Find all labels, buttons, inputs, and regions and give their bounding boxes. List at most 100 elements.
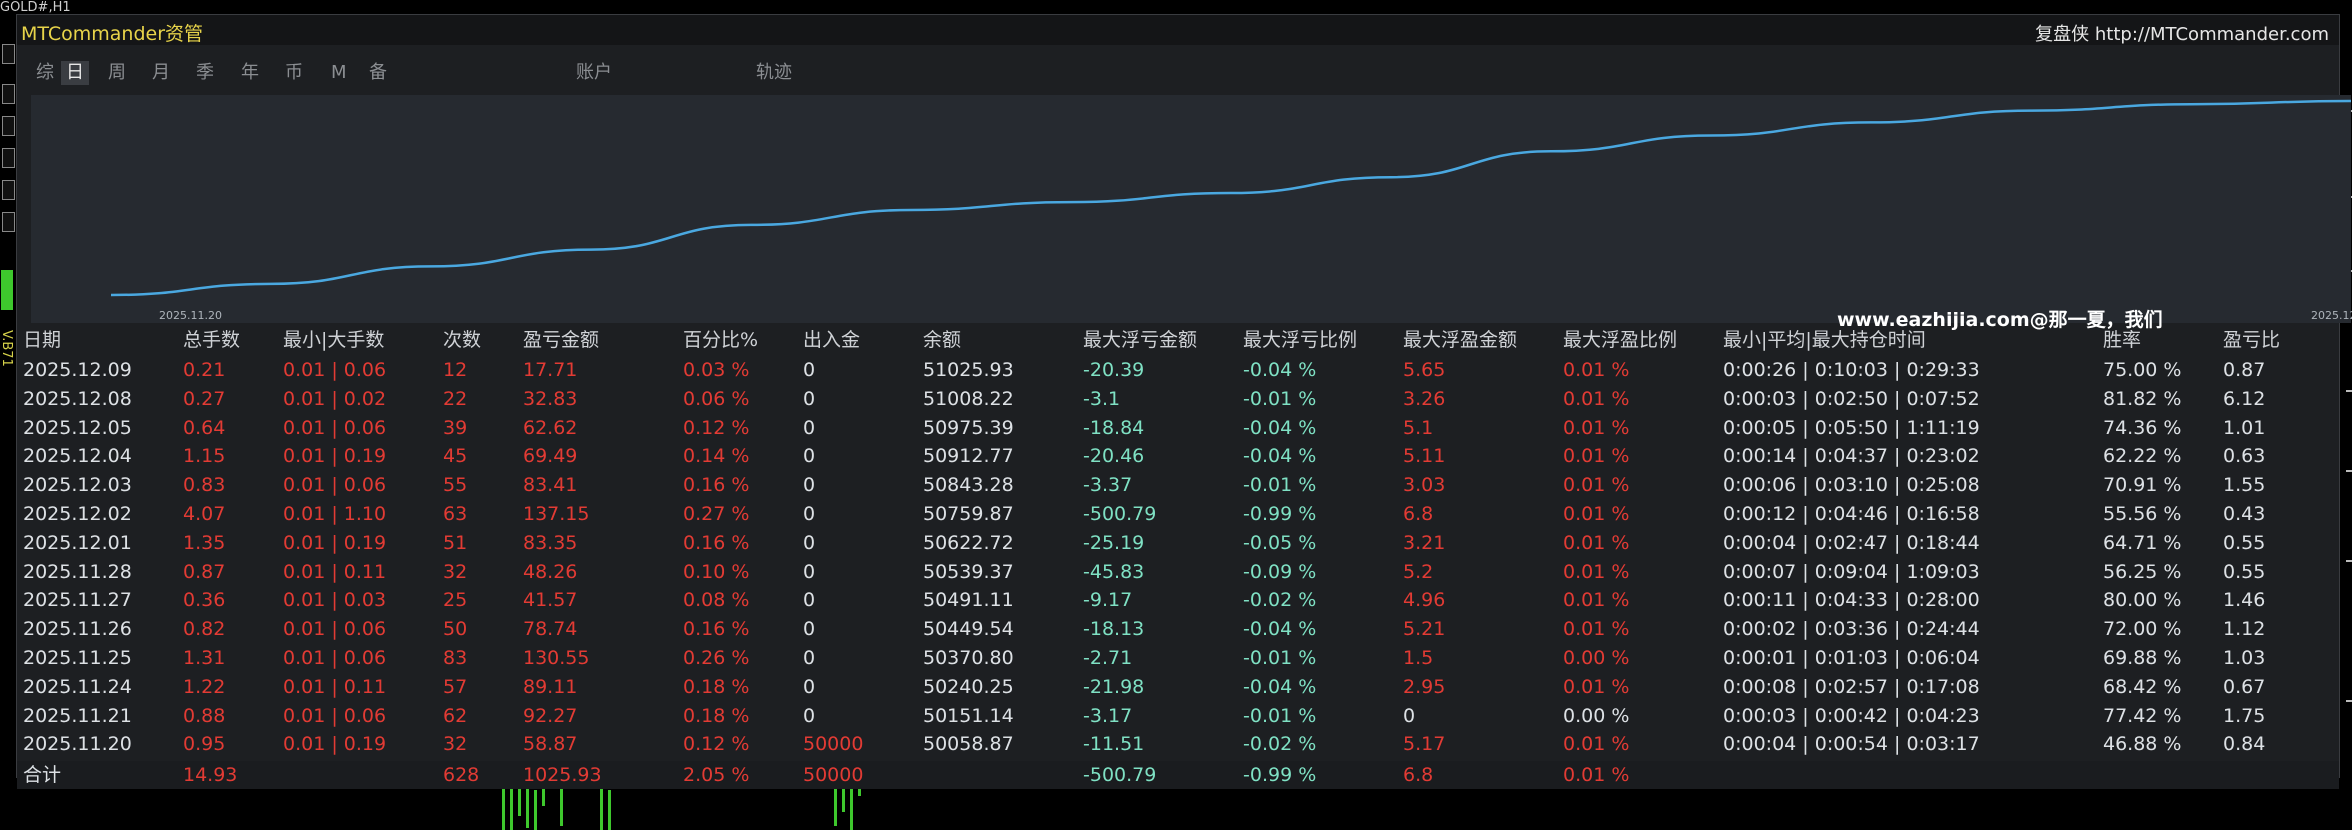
col-header-trade-count[interactable]: 次数 — [443, 325, 481, 355]
tab-quarter[interactable]: 季 — [191, 61, 219, 85]
price-candle — [1, 270, 13, 310]
table-row[interactable]: 2025.12.05 0.64 0.01 | 0.06 39 62.62 0.12 % 0 5… — [17, 415, 2339, 442]
cell-deposit-withdraw: 0 — [803, 618, 816, 641]
cell-profit-loss-ratio: 1.03 — [2223, 647, 2266, 669]
cell-max-floating-profit: 0 — [1403, 704, 1416, 727]
cell-hold-time: 0:00:04 | 0:00:54 | 0:03:17 — [1723, 733, 1980, 756]
cell-max-floating-loss-pct: -0.04 % — [1243, 675, 1317, 698]
price-candle — [608, 790, 611, 830]
col-header-pnl-percent[interactable]: 百分比% — [683, 325, 758, 355]
table-row[interactable]: 2025.12.08 0.27 0.01 | 0.02 22 32.83 0.06 % 0 5… — [17, 386, 2339, 413]
cell-hold-time: 0:00:04 | 0:02:47 | 0:18:44 — [1723, 531, 1980, 554]
cell-max-floating-profit: 5.65 — [1403, 359, 1446, 381]
cell-trade-count: 32 — [443, 733, 468, 756]
cell-min-max-lots: 0.01 | 0.19 — [283, 733, 387, 756]
cell-hold-time: 0:00:26 | 0:10:03 | 0:29:33 — [1723, 359, 1980, 381]
cell-max-floating-loss-pct: -0.04 % — [1243, 618, 1317, 641]
col-header-profit-loss-ratio[interactable]: 盈亏比 — [2223, 325, 2280, 355]
cell-max-floating-loss: -3.17 — [1083, 704, 1133, 727]
cell-min-max-lots: 0.01 | 0.06 — [283, 618, 387, 641]
toolbar-button[interactable] — [2, 148, 15, 168]
toolbar-button[interactable] — [2, 84, 15, 104]
cell-balance: 50491.11 — [923, 589, 1014, 612]
tab-currency[interactable]: 币 — [280, 61, 308, 85]
cell-profit-loss-ratio: 0.55 — [2223, 531, 2266, 554]
cell-win-rate: 80.00 % — [2103, 589, 2182, 612]
table-row[interactable]: 2025.12.09 0.21 0.01 | 0.06 12 17.71 0.03 % 0 5… — [17, 357, 2339, 384]
price-candle — [534, 790, 537, 830]
tab-day[interactable]: 日 — [61, 61, 89, 85]
table-row[interactable]: 2025.11.24 1.22 0.01 | 0.11 57 89.11 0.18 % 0 5… — [17, 674, 2339, 701]
tab-summary[interactable]: 综 — [31, 61, 59, 85]
toolbar-button[interactable] — [2, 180, 15, 200]
cell-pnl-amount: 83.35 — [523, 531, 578, 554]
table-row[interactable]: 2025.11.21 0.88 0.01 | 0.06 62 92.27 0.18 % 0 5… — [17, 703, 2339, 730]
cell-max-floating-profit: 3.21 — [1403, 531, 1446, 554]
cell-balance: 50151.14 — [923, 704, 1014, 727]
cell-pnl-percent: 0.16 % — [683, 618, 750, 641]
cell-total-lots: 0.95 — [183, 733, 226, 756]
col-header-date[interactable]: 日期 — [23, 325, 61, 355]
col-header-max-floating-profit-pct[interactable]: 最大浮盈比例 — [1563, 325, 1677, 355]
tab-year[interactable]: 年 — [236, 61, 264, 85]
col-header-total-lots[interactable]: 总手数 — [183, 325, 240, 355]
cell-total-lots: 1.35 — [183, 531, 226, 554]
cell-max-floating-loss: -20.46 — [1083, 445, 1145, 468]
col-header-deposit-withdraw[interactable]: 出入金 — [803, 325, 860, 355]
tab-track[interactable]: 轨迹 — [751, 61, 797, 85]
cell-max-floating-loss: -11.51 — [1083, 733, 1145, 756]
cell-win-rate: 55.56 % — [2103, 503, 2182, 525]
cell-date: 2025.11.26 — [23, 618, 132, 641]
cell-profit-loss-ratio: 1.75 — [2223, 704, 2266, 727]
toolbar-button[interactable] — [2, 116, 15, 136]
cell-pnl-percent: 0.10 % — [683, 560, 750, 583]
tab-week[interactable]: 周 — [103, 61, 131, 85]
tab-month[interactable]: 月 — [147, 61, 175, 85]
tab-account[interactable]: 账户 — [571, 61, 617, 85]
cell-balance: 50975.39 — [923, 416, 1014, 439]
cell-win-rate: 81.82 % — [2103, 387, 2182, 410]
col-header-max-floating-profit[interactable]: 最大浮盈金额 — [1403, 325, 1517, 355]
table-row[interactable]: 2025.11.27 0.36 0.01 | 0.03 25 41.57 0.08 % 0 5… — [17, 587, 2339, 614]
col-header-pnl-amount[interactable]: 盈亏金额 — [523, 325, 599, 355]
table-row[interactable]: 2025.11.28 0.87 0.01 | 0.11 32 48.26 0.10 % 0 5… — [17, 559, 2339, 586]
cell-max-floating-loss: -9.17 — [1083, 589, 1133, 612]
table-row[interactable]: 2025.12.01 1.35 0.01 | 0.19 51 83.35 0.16 % 0 5… — [17, 530, 2339, 557]
cell-deposit-withdraw: 0 — [803, 704, 816, 727]
cell-max-floating-profit-pct: 0.01 % — [1563, 503, 1630, 525]
table-row[interactable]: 2025.12.03 0.83 0.01 | 0.06 55 83.41 0.16 % 0 5… — [17, 472, 2339, 499]
col-header-balance[interactable]: 余额 — [923, 325, 961, 355]
col-header-min-max-lots[interactable]: 最小|大手数 — [283, 325, 384, 355]
cell-pnl-percent: 0.12 % — [683, 733, 750, 756]
col-header-max-floating-loss-pct[interactable]: 最大浮亏比例 — [1243, 325, 1357, 355]
cell-min-max-lots: 0.01 | 0.03 — [283, 589, 387, 612]
toolbar-button[interactable] — [2, 212, 15, 232]
cell-deposit-withdraw: 0 — [803, 359, 816, 381]
brand-link[interactable]: 复盘侠 http://MTCommander.com — [2035, 20, 2329, 46]
cell-pnl-percent: 0.06 % — [683, 387, 750, 410]
cell-hold-time: 0:00:08 | 0:02:57 | 0:17:08 — [1723, 675, 1980, 698]
table-row[interactable]: 2025.12.04 1.15 0.01 | 0.19 45 69.49 0.14 % 0 5… — [17, 443, 2339, 470]
cell-max-floating-profit: 1.5 — [1403, 647, 1434, 669]
cell-max-floating-profit: 3.26 — [1403, 387, 1446, 410]
total-max-floating-profit-pct: 0.01 % — [1563, 764, 1630, 786]
cell-deposit-withdraw: 0 — [803, 416, 816, 439]
tab-m[interactable]: M — [326, 61, 352, 85]
table-row[interactable]: 2025.11.20 0.95 0.01 | 0.19 32 58.87 0.12 % 50… — [17, 731, 2339, 758]
table-row[interactable]: 2025.11.25 1.31 0.01 | 0.06 83 130.55 0.26 % 0… — [17, 645, 2339, 672]
cell-min-max-lots: 0.01 | 0.06 — [283, 416, 387, 439]
cell-pnl-amount: 48.26 — [523, 560, 578, 583]
tab-notes[interactable]: 备 — [364, 61, 392, 85]
cell-total-lots: 1.15 — [183, 445, 226, 468]
cell-deposit-withdraw: 0 — [803, 589, 816, 612]
cell-total-lots: 0.82 — [183, 618, 226, 641]
table-row[interactable]: 2025.12.02 4.07 0.01 | 1.10 63 137.15 0.27 % 0… — [17, 501, 2339, 528]
col-header-max-floating-loss[interactable]: 最大浮亏金额 — [1083, 325, 1197, 355]
cell-max-floating-loss: -3.1 — [1083, 387, 1121, 410]
cell-date: 2025.12.01 — [23, 531, 132, 554]
toolbar-button[interactable] — [2, 44, 15, 64]
cell-pnl-amount: 83.41 — [523, 474, 578, 497]
cell-hold-time: 0:00:06 | 0:03:10 | 0:25:08 — [1723, 474, 1980, 497]
cell-trade-count: 22 — [443, 387, 468, 410]
table-row[interactable]: 2025.11.26 0.82 0.01 | 0.06 50 78.74 0.16 % 0 5… — [17, 616, 2339, 643]
